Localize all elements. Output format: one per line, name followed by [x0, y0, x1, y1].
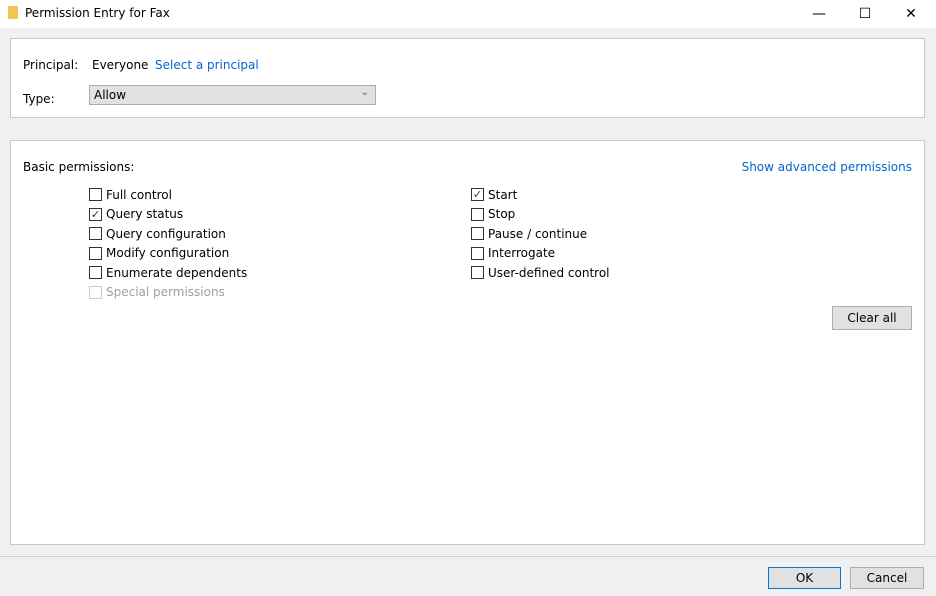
cancel-button[interactable]: Cancel	[850, 567, 924, 589]
checkbox-icon[interactable]	[471, 207, 484, 221]
permission-label: Enumerate dependents	[106, 265, 248, 280]
permission-checkbox[interactable]: Stop	[471, 205, 610, 225]
type-label: Type:	[23, 92, 55, 106]
permission-label: Stop	[488, 207, 516, 222]
permission-checkbox[interactable]: ✓ Query status	[89, 205, 247, 225]
title-bar: Permission Entry for Fax — ☐ ✕	[0, 0, 936, 28]
permission-label: Full control	[106, 187, 172, 202]
left-permissions: Full control ✓ Query status Query configura…	[89, 185, 247, 302]
checkbox-checked-icon[interactable]: ✓	[89, 207, 102, 221]
checkbox-icon[interactable]	[89, 246, 102, 260]
permission-checkbox[interactable]: User-defined control	[471, 263, 610, 283]
principal-value: Everyone	[92, 58, 149, 72]
show-advanced-permissions-link[interactable]: Show advanced permissions	[742, 160, 912, 174]
principal-label: Principal:	[23, 58, 79, 72]
maximize-button[interactable]: ☐	[842, 0, 888, 28]
permission-label: Query status	[106, 207, 184, 222]
principal-panel	[10, 38, 925, 118]
folder-icon	[8, 6, 18, 19]
checkbox-icon	[89, 285, 102, 299]
permission-checkbox[interactable]: Full control	[89, 185, 247, 205]
checkbox-icon[interactable]	[471, 246, 484, 260]
permission-label: Pause / continue	[488, 226, 588, 241]
type-value: Allow	[94, 88, 127, 102]
checkbox-icon[interactable]	[471, 227, 484, 241]
window-title: Permission Entry for Fax	[25, 6, 170, 20]
checkbox-icon[interactable]	[89, 227, 102, 241]
checkbox-checked-icon[interactable]: ✓	[471, 188, 484, 202]
permission-label: User-defined control	[488, 265, 610, 280]
permission-label: Special permissions	[106, 285, 225, 300]
checkbox-icon[interactable]	[89, 266, 102, 280]
permission-checkbox[interactable]: Enumerate dependents	[89, 263, 247, 283]
chevron-down-icon: ⌄	[360, 87, 369, 98]
permission-checkbox[interactable]: ✓ Start	[471, 185, 610, 205]
clear-all-button[interactable]: Clear all	[832, 306, 912, 330]
permission-checkbox: Special permissions	[89, 283, 247, 303]
footer-divider	[0, 556, 936, 557]
permission-checkbox[interactable]: Modify configuration	[89, 244, 247, 264]
permission-label: Interrogate	[488, 246, 556, 261]
permission-checkbox[interactable]: Pause / continue	[471, 224, 610, 244]
permission-label: Start	[488, 187, 518, 202]
permission-label: Query configuration	[106, 226, 226, 241]
right-permissions: ✓ Start Stop Pause / continue Interrogate Use…	[471, 185, 610, 283]
checkbox-icon[interactable]	[471, 266, 484, 280]
type-select[interactable]: Allow ⌄	[89, 85, 376, 105]
ok-button[interactable]: OK	[768, 567, 841, 589]
minimize-button[interactable]: —	[796, 0, 842, 28]
close-button[interactable]: ✕	[888, 0, 934, 28]
permission-checkbox[interactable]: Query configuration	[89, 224, 247, 244]
checkbox-icon[interactable]	[89, 188, 102, 202]
permission-checkbox[interactable]: Interrogate	[471, 244, 610, 264]
select-principal-link[interactable]: Select a principal	[155, 58, 259, 72]
basic-permissions-label: Basic permissions:	[23, 160, 135, 174]
permission-label: Modify configuration	[106, 246, 230, 261]
